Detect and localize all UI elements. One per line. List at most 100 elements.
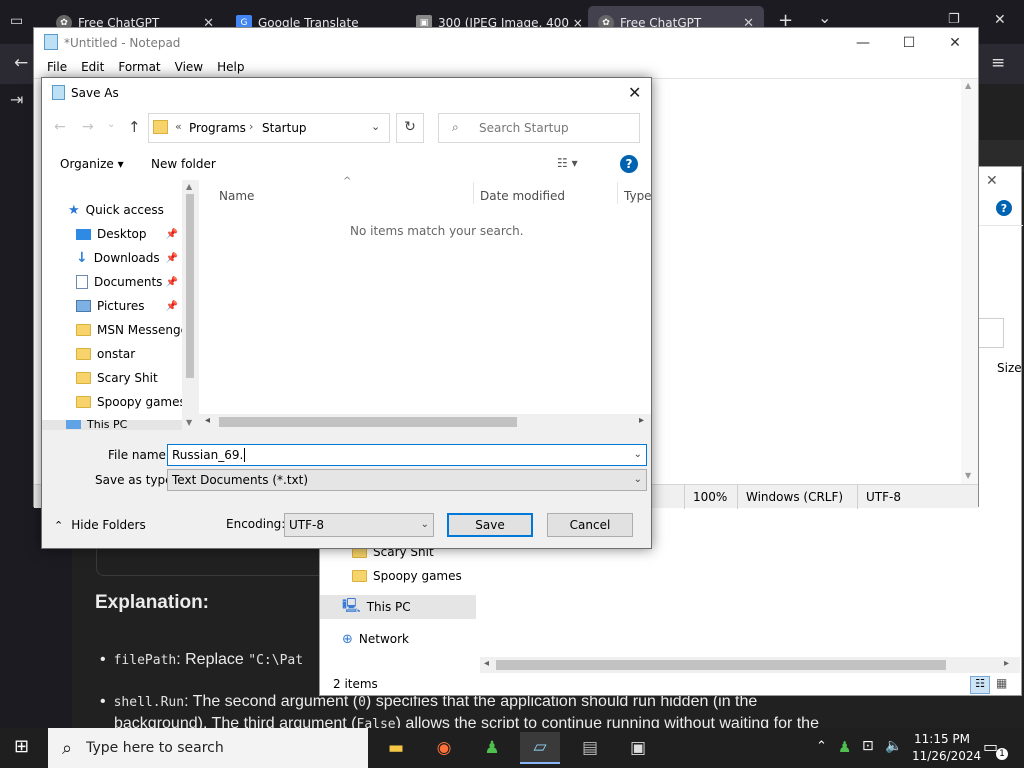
scroll-right-icon[interactable]: ▸: [639, 415, 644, 426]
recent-locations-icon[interactable]: ⌄: [107, 119, 115, 130]
scroll-left-icon[interactable]: ◂: [205, 415, 210, 426]
breadcrumb-separator-icon[interactable]: ›: [249, 120, 253, 133]
sign-in-icon[interactable]: ⇥: [10, 90, 23, 109]
close-icon[interactable]: ✕: [986, 173, 998, 189]
close-icon[interactable]: ✕: [932, 28, 978, 58]
nav-quick-access[interactable]: ★ Quick access: [42, 198, 182, 222]
nav-label: Quick access: [85, 203, 164, 217]
scroll-right-icon[interactable]: ▸: [1004, 658, 1009, 669]
encoding-select[interactable]: UTF-8 ⌄: [284, 513, 434, 537]
column-divider[interactable]: [617, 182, 618, 204]
scroll-up-icon[interactable]: ▲: [186, 182, 192, 191]
file-explorer-icon[interactable]: ▬: [376, 732, 416, 764]
forward-icon[interactable]: →: [82, 119, 94, 135]
breadcrumb-programs[interactable]: Programs: [189, 121, 246, 135]
column-name[interactable]: Name: [219, 189, 254, 203]
back-icon[interactable]: ←: [54, 119, 66, 135]
help-icon[interactable]: ?: [996, 200, 1012, 216]
scroll-left-icon[interactable]: ◂: [484, 658, 489, 669]
close-icon[interactable]: ✕: [628, 83, 641, 102]
messenger-tray-icon[interactable]: ♟: [838, 738, 851, 756]
tree-item-this-pc[interactable]: 🖳 This PC: [320, 595, 476, 619]
dialog-address-toolbar: ← → ⌄ ↑ « Programs › Startup ⌄ ↻ ⌕ Searc…: [42, 108, 651, 150]
horizontal-scrollbar[interactable]: ◂ ▸: [480, 657, 1020, 673]
menu-view[interactable]: View: [168, 58, 210, 78]
nav-desktop[interactable]: Desktop 📌: [42, 222, 182, 246]
chevron-down-icon[interactable]: ⌄: [421, 514, 429, 536]
cancel-button[interactable]: Cancel: [547, 513, 633, 537]
vertical-scrollbar[interactable]: ▲ ▼: [961, 79, 978, 484]
chevron-up-icon[interactable]: ⌃: [816, 739, 827, 754]
column-type[interactable]: Type: [624, 189, 652, 203]
chevron-down-icon[interactable]: ⌄: [634, 470, 642, 490]
close-window-icon[interactable]: ✕: [994, 12, 1006, 28]
remote-desktop-icon[interactable]: ▤: [570, 732, 610, 764]
notepad-taskbar-icon[interactable]: ▱: [520, 732, 560, 764]
save-button[interactable]: Save: [447, 513, 533, 537]
clock-date[interactable]: 11/26/2024: [912, 749, 981, 763]
organize-button[interactable]: Organize ▾: [60, 157, 124, 171]
nav-spoopy-games[interactable]: Spoopy games: [42, 390, 182, 414]
chevron-up-icon: ⌃: [54, 518, 64, 532]
nav-documents[interactable]: Documents 📌: [42, 270, 182, 294]
minimize-icon[interactable]: —: [840, 28, 886, 58]
nav-scrollbar[interactable]: ▲ ▼: [182, 180, 198, 430]
menu-edit[interactable]: Edit: [74, 58, 111, 78]
scrollbar-thumb[interactable]: [219, 417, 517, 427]
menu-button[interactable]: ≡: [991, 53, 1005, 73]
messenger-icon[interactable]: ♟: [472, 732, 512, 764]
restore-icon[interactable]: ❐: [948, 12, 960, 27]
details-view-icon[interactable]: ☷: [970, 676, 990, 694]
scroll-down-icon[interactable]: ▼: [186, 418, 192, 427]
refresh-icon: ↻: [404, 119, 416, 135]
scroll-down-icon[interactable]: ▼: [965, 471, 971, 480]
menu-file[interactable]: File: [40, 58, 74, 78]
pin-icon: 📌: [165, 228, 178, 240]
search-input[interactable]: ⌕ Search Startup: [438, 113, 640, 143]
breadcrumb-overflow[interactable]: «: [175, 120, 182, 133]
column-divider[interactable]: [473, 182, 474, 204]
scrollbar-thumb[interactable]: [496, 660, 946, 670]
firefox-icon[interactable]: ◉: [424, 732, 464, 764]
app-window-icon[interactable]: ▣: [618, 732, 658, 764]
back-button[interactable]: ←: [14, 53, 28, 73]
encoding-value: UTF-8: [289, 518, 324, 532]
file-name-label: File name:: [108, 448, 170, 462]
windows-start-icon[interactable]: ⊞: [14, 738, 29, 756]
nav-this-pc[interactable]: This PC: [42, 420, 182, 430]
horizontal-scrollbar[interactable]: ◂ ▸: [199, 414, 651, 430]
tree-item-spoopy-games[interactable]: Spoopy games: [320, 564, 476, 588]
volume-icon[interactable]: 🔈: [885, 738, 902, 754]
up-icon[interactable]: ↑: [128, 118, 141, 136]
scrollbar-thumb[interactable]: [186, 194, 194, 378]
help-icon[interactable]: ?: [620, 155, 638, 173]
breadcrumb-startup[interactable]: Startup: [262, 121, 307, 135]
maximize-icon[interactable]: ☐: [886, 28, 932, 58]
taskbar-search-input[interactable]: ⌕ Type here to search: [48, 728, 368, 768]
nav-pictures[interactable]: Pictures 📌: [42, 294, 182, 318]
refresh-button[interactable]: ↻: [396, 113, 424, 143]
tab-overview-icon[interactable]: ▭: [10, 13, 23, 29]
nav-scary-shit[interactable]: Scary Shit: [42, 366, 182, 390]
nav-downloads[interactable]: ↓ Downloads 📌: [42, 246, 182, 270]
list-tabs-button[interactable]: ⌄: [818, 8, 831, 27]
network-icon[interactable]: ⊡: [862, 738, 874, 754]
tree-item-network[interactable]: ⊕ Network: [320, 627, 476, 651]
nav-onstar[interactable]: onstar: [42, 342, 182, 366]
address-bar[interactable]: « Programs › Startup ⌄: [148, 113, 390, 143]
chevron-down-icon[interactable]: ⌄: [371, 120, 380, 133]
clock-time[interactable]: 11:15 PM: [914, 732, 970, 746]
column-date-modified[interactable]: Date modified: [480, 189, 565, 203]
view-options-icon[interactable]: ☷ ▾: [557, 156, 578, 170]
new-folder-button[interactable]: New folder: [151, 157, 216, 171]
chevron-down-icon[interactable]: ⌄: [634, 445, 642, 465]
file-name-input[interactable]: Russian_69. ⌄: [167, 444, 647, 466]
hide-folders-button[interactable]: ⌃ Hide Folders: [54, 518, 146, 532]
save-type-select[interactable]: Text Documents (*.txt) ⌄: [167, 469, 647, 491]
nav-msn-messenger[interactable]: MSN Messenger: [42, 318, 182, 342]
menu-format[interactable]: Format: [111, 58, 167, 78]
scroll-up-icon[interactable]: ▲: [965, 81, 971, 90]
column-size[interactable]: Size: [997, 361, 1022, 375]
tiles-view-icon[interactable]: ▦: [996, 676, 1007, 690]
menu-help[interactable]: Help: [210, 58, 251, 78]
